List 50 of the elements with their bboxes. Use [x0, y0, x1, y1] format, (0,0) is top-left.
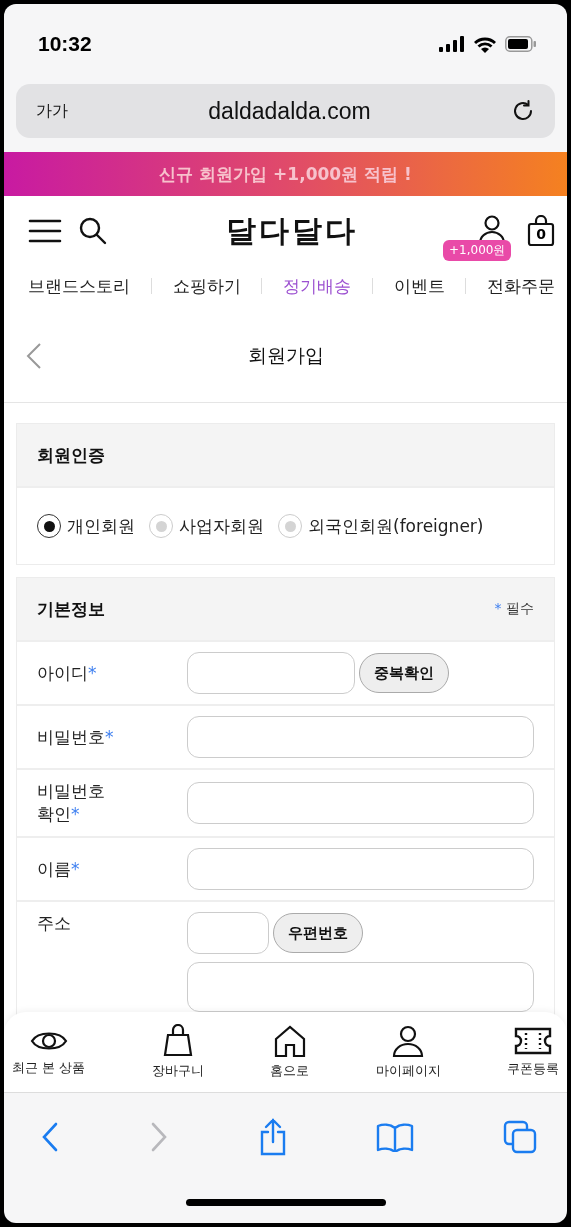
input-field[interactable] — [187, 652, 355, 694]
home-icon — [272, 1024, 307, 1058]
nav-tab[interactable]: 브랜드스토리 — [28, 274, 130, 298]
input-field[interactable] — [187, 782, 534, 824]
nav-tab[interactable]: 정기배송 — [283, 274, 351, 298]
page-title: 회원가입 — [247, 343, 324, 368]
address-bar[interactable]: 가가 daldadalda.com — [16, 84, 555, 138]
bottom-nav-item[interactable]: 마이페이지 — [375, 1012, 441, 1092]
input-field[interactable] — [187, 716, 534, 758]
reward-badge: +1,000원 — [443, 240, 512, 261]
input-field[interactable] — [187, 912, 269, 954]
back-icon[interactable] — [26, 342, 42, 370]
required-note: * 필수 — [494, 600, 534, 618]
nav-tab[interactable]: 이벤트 — [393, 274, 445, 298]
field-label: 비밀번호 확인* — [37, 780, 106, 826]
bottom-nav-item[interactable]: 최근 본 상품 — [12, 1012, 86, 1092]
signal-icon — [439, 36, 465, 52]
person-icon — [391, 1024, 426, 1058]
field-label: 주소 — [37, 912, 72, 935]
postcode-button[interactable]: 우편번호 — [273, 913, 363, 953]
bottom-nav-item[interactable]: 쿠폰등록 — [506, 1012, 559, 1092]
bottom-nav-item[interactable]: 장바구니 — [151, 1012, 204, 1092]
search-icon[interactable] — [78, 216, 108, 246]
wifi-icon — [473, 35, 497, 53]
check-duplicate-button[interactable]: 중복확인 — [359, 653, 449, 693]
site-logo[interactable]: 달다달다 — [225, 210, 358, 252]
reload-icon[interactable] — [511, 99, 535, 123]
battery-icon — [505, 36, 537, 52]
book-icon[interactable] — [376, 1122, 415, 1152]
section-title: 기본정보 — [37, 597, 105, 621]
promo-text: 신규 회원가입 +1,000원 적립 ! — [159, 162, 412, 186]
input-field[interactable] — [187, 848, 534, 890]
field-label: 아이디* — [37, 661, 98, 685]
tabs-icon[interactable] — [503, 1120, 537, 1154]
bottom-nav-item[interactable]: 홈으로 — [270, 1012, 310, 1092]
ticket-icon — [512, 1026, 553, 1056]
text-size-button[interactable]: 가가 — [36, 100, 68, 122]
field-label: 이름* — [37, 857, 81, 881]
back-icon[interactable] — [40, 1121, 60, 1153]
section-title: 회원인증 — [37, 443, 105, 467]
menu-icon[interactable] — [28, 218, 62, 244]
input-field[interactable] — [187, 962, 534, 1012]
member-type-radio[interactable]: 개인회원 — [37, 514, 135, 538]
member-type-radio[interactable]: 외국인회원(foreigner) — [278, 514, 484, 538]
url-text: daldadalda.com — [208, 97, 371, 125]
nav-tab[interactable]: 쇼핑하기 — [172, 274, 241, 298]
clock: 10:32 — [38, 32, 92, 56]
member-type-radio[interactable]: 사업자회원 — [149, 514, 264, 538]
nav-tab[interactable]: 전화주문 — [487, 274, 555, 298]
field-label: 비밀번호* — [37, 725, 115, 749]
